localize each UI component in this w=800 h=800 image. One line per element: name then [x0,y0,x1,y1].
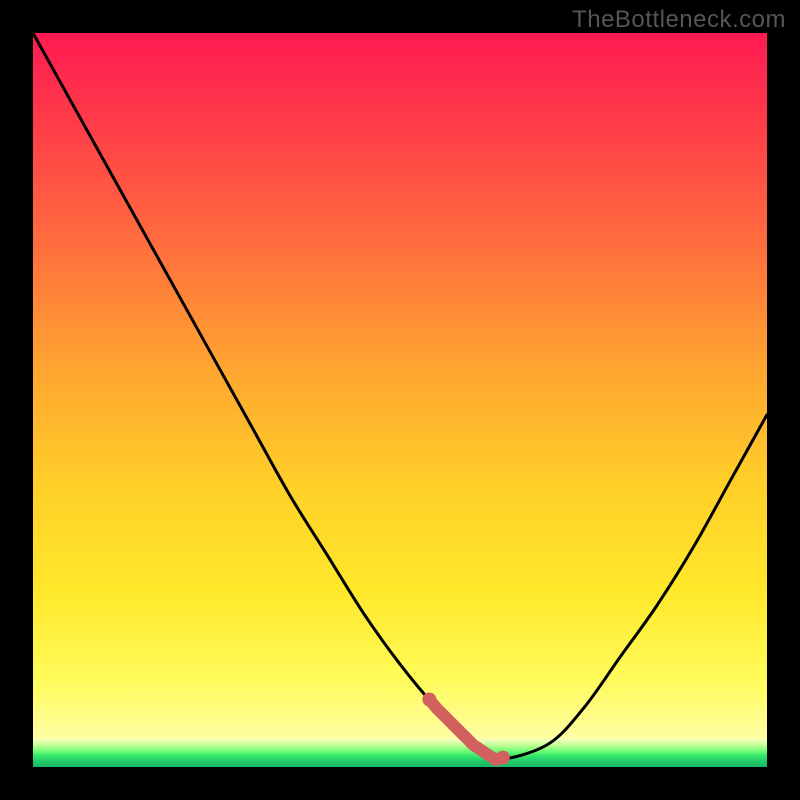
plot-area [33,33,767,767]
green-band [33,739,767,767]
bottleneck-curve [33,33,767,760]
chart-frame: TheBottleneck.com [0,0,800,800]
highlight-start-dot [422,693,436,707]
curve-layer [33,33,767,767]
watermark-text: TheBottleneck.com [572,6,786,34]
